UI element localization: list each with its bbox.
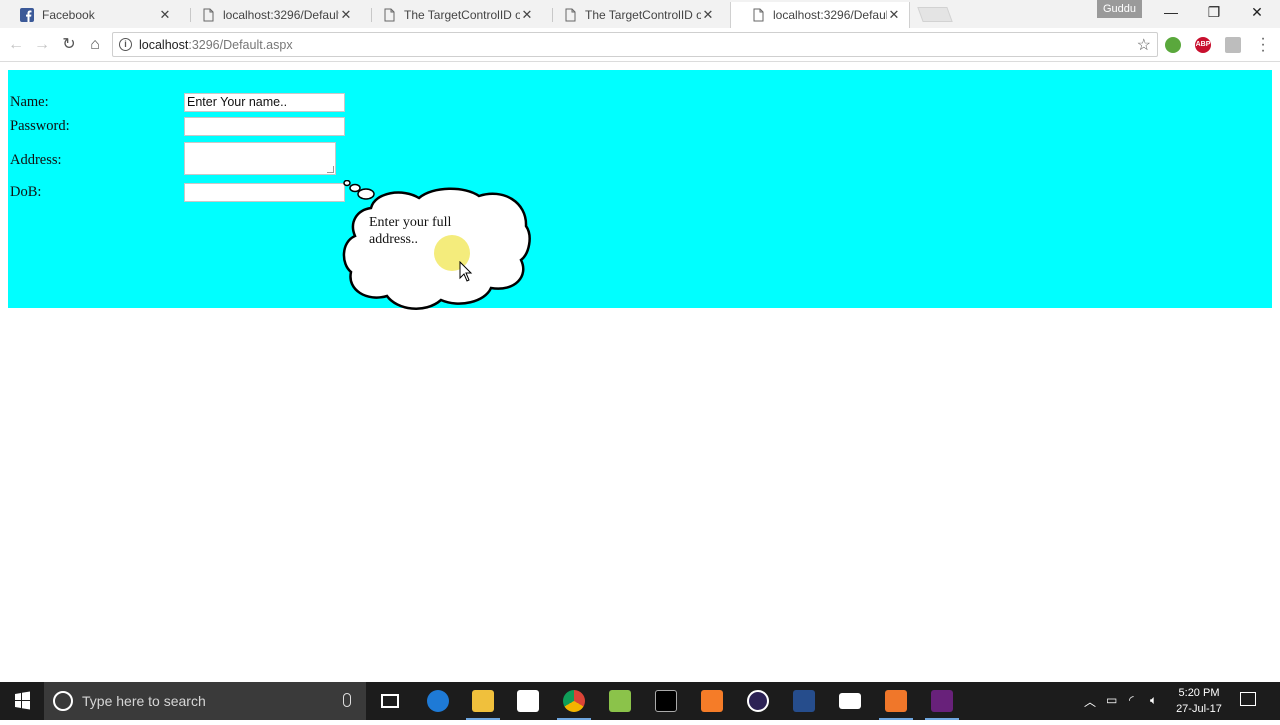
taskbar-eclipse[interactable]	[735, 682, 781, 720]
dob-label: DoB:	[10, 184, 42, 200]
taskbar-app-blue[interactable]	[781, 682, 827, 720]
profile-button[interactable]: Guddu	[1097, 0, 1143, 18]
page-icon	[203, 8, 214, 22]
pdf-extension-icon[interactable]	[1225, 37, 1241, 53]
form-panel: Name: Enter Your name.. Password: Addres…	[8, 70, 1272, 310]
browser-toolbar: ← → ↻ ⌂ i localhost:3296/Default.aspx ☆ …	[0, 28, 1280, 62]
mail-icon	[839, 693, 861, 709]
mouse-cursor-icon	[459, 261, 473, 282]
tab-title: localhost:3296/Default.a	[773, 8, 887, 22]
show-hidden-icons-icon[interactable]: ︿	[1084, 693, 1096, 710]
taskbar-clock[interactable]: 5:20 PM 27-Jul-17	[1168, 685, 1230, 717]
address-bar[interactable]: i localhost:3296/Default.aspx ☆	[112, 32, 1158, 57]
close-window-icon[interactable]: ✕	[1235, 4, 1279, 24]
password-label: Password:	[10, 118, 70, 134]
taskbar-orange-app[interactable]	[873, 682, 919, 720]
tab-title: The TargetControlID of T	[585, 8, 701, 22]
tab-strip: Facebook ✕ localhost:3296/Default.a ✕ Th…	[0, 0, 1280, 28]
cortana-icon[interactable]	[53, 691, 73, 711]
address-textarea[interactable]	[184, 142, 336, 175]
forward-arrow-icon[interactable]: →	[31, 34, 53, 56]
store-icon	[517, 690, 539, 712]
xampp-icon	[701, 690, 723, 712]
facebook-icon	[20, 8, 34, 22]
eclipse-icon	[747, 690, 769, 712]
visual-studio-icon	[931, 690, 953, 712]
task-view-icon	[381, 694, 399, 708]
tab-targetcontrolid-1[interactable]: The TargetControlID of T ✕	[362, 2, 542, 28]
taskbar-notepad[interactable]	[597, 682, 643, 720]
start-button[interactable]	[0, 682, 44, 720]
tab-title: localhost:3296/Default.a	[223, 8, 339, 22]
tab-localhost-1[interactable]: localhost:3296/Default.a ✕	[181, 2, 361, 28]
search-placeholder: Type here to search	[82, 693, 206, 709]
bookmark-star-icon[interactable]: ☆	[1137, 35, 1151, 55]
folder-icon	[472, 690, 494, 712]
task-view-button[interactable]	[367, 682, 413, 720]
tab-facebook[interactable]: Facebook ✕	[0, 2, 180, 28]
adblock-plus-icon[interactable]: ABP	[1195, 37, 1211, 53]
orange-app-icon	[885, 690, 907, 712]
home-icon[interactable]: ⌂	[84, 34, 106, 56]
tab-title: Facebook	[42, 8, 95, 22]
address-label: Address:	[10, 152, 62, 168]
name-input[interactable]: Enter Your name..	[184, 93, 345, 112]
close-tab-icon[interactable]: ✕	[339, 7, 353, 23]
taskbar-cmd[interactable]	[643, 682, 689, 720]
chrome-icon	[563, 690, 585, 712]
clock-date: 27-Jul-17	[1176, 703, 1222, 715]
taskbar-edge[interactable]	[415, 682, 461, 720]
notepad-icon	[609, 690, 631, 712]
tab-targetcontrolid-2[interactable]: The TargetControlID of T ✕	[543, 2, 723, 28]
password-input[interactable]	[184, 117, 345, 136]
close-tab-icon[interactable]: ✕	[887, 7, 901, 23]
notification-icon[interactable]	[1240, 692, 1256, 706]
minimize-icon[interactable]: —	[1149, 4, 1193, 24]
terminal-icon	[655, 690, 677, 712]
battery-icon[interactable]: ▭	[1106, 693, 1117, 707]
back-arrow-icon[interactable]: ←	[5, 34, 27, 56]
windows-taskbar: Type here to search ︿ ▭ ◜ 🔈︎ 5:20 PM 27-…	[0, 682, 1280, 720]
taskbar-search[interactable]: Type here to search	[44, 682, 366, 720]
url-text: localhost:3296/Default.aspx	[139, 38, 293, 52]
windows-logo-icon	[15, 691, 30, 710]
resize-grip-icon[interactable]	[327, 166, 334, 173]
close-tab-icon[interactable]: ✕	[158, 7, 172, 23]
taskbar-store[interactable]	[505, 682, 551, 720]
tab-title: The TargetControlID of T	[404, 8, 520, 22]
taskbar-chrome[interactable]	[551, 682, 597, 720]
name-label: Name:	[10, 94, 49, 110]
clock-time: 5:20 PM	[1178, 687, 1220, 699]
wifi-icon[interactable]: ◜	[1129, 693, 1134, 707]
new-tab-button[interactable]	[917, 7, 953, 22]
taskbar-xampp[interactable]	[689, 682, 735, 720]
page-icon	[565, 8, 576, 22]
page-viewport: Name: Enter Your name.. Password: Addres…	[0, 63, 1280, 682]
menu-dots-icon[interactable]: · · ·	[1256, 31, 1270, 59]
taskbar-visual-studio[interactable]	[919, 682, 965, 720]
green-extension-icon[interactable]	[1165, 37, 1181, 53]
taskbar-file-explorer[interactable]	[460, 682, 506, 720]
tab-localhost-active[interactable]: localhost:3296/Default.a ✕	[730, 2, 910, 28]
dob-input[interactable]	[184, 183, 345, 202]
edge-icon	[427, 690, 449, 712]
info-icon[interactable]: i	[119, 38, 132, 51]
restore-icon[interactable]: ❐	[1192, 4, 1236, 24]
close-tab-icon[interactable]: ✕	[701, 7, 715, 23]
close-tab-icon[interactable]: ✕	[520, 7, 534, 23]
page-icon	[384, 8, 395, 22]
reload-icon[interactable]: ↻	[58, 34, 80, 56]
volume-icon[interactable]: 🔈︎	[1150, 693, 1157, 708]
taskbar-mail[interactable]	[827, 682, 873, 720]
page-icon	[753, 8, 764, 22]
microphone-icon[interactable]	[343, 693, 351, 707]
blue-app-icon	[793, 690, 815, 712]
